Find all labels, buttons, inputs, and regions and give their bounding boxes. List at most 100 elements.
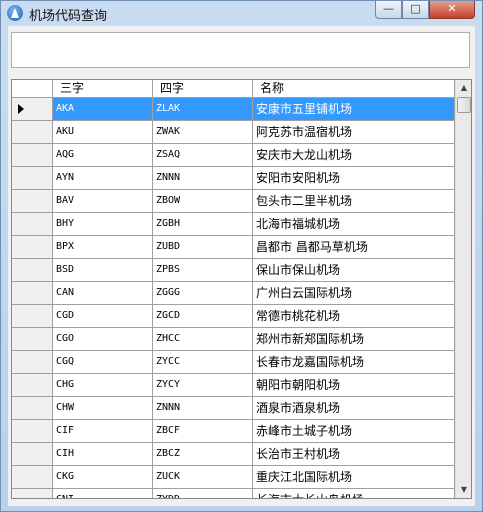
cell-iata[interactable]: CAN: [53, 282, 153, 305]
table-row[interactable]: AQG ZSAQ 安庆市大龙山机场: [12, 144, 455, 167]
cell-icao[interactable]: ZNNN: [153, 167, 253, 190]
cell-iata[interactable]: BSD: [53, 259, 153, 282]
cell-iata[interactable]: BPX: [53, 236, 153, 259]
cell-icao[interactable]: ZLAK: [153, 98, 253, 121]
cell-icao[interactable]: ZGGG: [153, 282, 253, 305]
cell-iata[interactable]: CGO: [53, 328, 153, 351]
cell-name[interactable]: 长春市龙嘉国际机场: [253, 351, 455, 374]
cell-name[interactable]: 重庆江北国际机场: [253, 466, 455, 489]
cell-name[interactable]: 郑州市新郑国际机场: [253, 328, 455, 351]
row-header[interactable]: [12, 121, 53, 144]
maximize-button[interactable]: □: [402, 1, 429, 19]
cell-name[interactable]: 长海市大长山岛机场: [253, 489, 455, 498]
row-header[interactable]: [12, 420, 53, 443]
cell-icao[interactable]: ZHCC: [153, 328, 253, 351]
table-row[interactable]: CGO ZHCC 郑州市新郑国际机场: [12, 328, 455, 351]
row-header[interactable]: [12, 144, 53, 167]
cell-icao[interactable]: ZBCF: [153, 420, 253, 443]
cell-name[interactable]: 赤峰市土城子机场: [253, 420, 455, 443]
vertical-scrollbar[interactable]: ▲ ▼: [455, 80, 471, 498]
cell-iata[interactable]: CHG: [53, 374, 153, 397]
cell-iata[interactable]: CGD: [53, 305, 153, 328]
cell-icao[interactable]: ZGCD: [153, 305, 253, 328]
row-header[interactable]: [12, 305, 53, 328]
table-row[interactable]: CIF ZBCF 赤峰市土城子机场: [12, 420, 455, 443]
cell-icao[interactable]: ZYCC: [153, 351, 253, 374]
cell-name[interactable]: 常德市桃花机场: [253, 305, 455, 328]
cell-name[interactable]: 包头市二里半机场: [253, 190, 455, 213]
cell-icao[interactable]: ZWAK: [153, 121, 253, 144]
search-input[interactable]: [11, 32, 470, 68]
close-button[interactable]: ✕: [429, 1, 475, 19]
table-row[interactable]: CKG ZUCK 重庆江北国际机场: [12, 466, 455, 489]
cell-iata[interactable]: BHY: [53, 213, 153, 236]
table-row[interactable]: BPX ZUBD 昌都市 昌都马草机场: [12, 236, 455, 259]
row-header[interactable]: [12, 466, 53, 489]
column-header-icao[interactable]: 四字: [153, 80, 253, 97]
scroll-down-icon[interactable]: ▼: [456, 482, 471, 498]
cell-name[interactable]: 酒泉市酒泉机场: [253, 397, 455, 420]
row-header[interactable]: [12, 236, 53, 259]
cell-icao[interactable]: ZSAQ: [153, 144, 253, 167]
cell-name[interactable]: 安阳市安阳机场: [253, 167, 455, 190]
cell-name[interactable]: 安康市五里铺机场: [253, 98, 455, 121]
column-header-name[interactable]: 名称: [253, 80, 455, 97]
column-header-iata[interactable]: 三字: [53, 80, 153, 97]
cell-icao[interactable]: ZBOW: [153, 190, 253, 213]
cell-iata[interactable]: CNI: [53, 489, 153, 498]
table-row[interactable]: CHG ZYCY 朝阳市朝阳机场: [12, 374, 455, 397]
title-bar[interactable]: 机场代码查询 — □ ✕: [1, 1, 482, 25]
row-header[interactable]: [12, 489, 53, 498]
row-header[interactable]: [12, 190, 53, 213]
cell-iata[interactable]: CIF: [53, 420, 153, 443]
row-header[interactable]: [12, 259, 53, 282]
table-row[interactable]: BSD ZPBS 保山市保山机场: [12, 259, 455, 282]
row-header[interactable]: [12, 213, 53, 236]
row-header[interactable]: [12, 397, 53, 420]
table-row[interactable]: BHY ZGBH 北海市福城机场: [12, 213, 455, 236]
scroll-thumb[interactable]: [457, 97, 471, 113]
table-row[interactable]: BAV ZBOW 包头市二里半机场: [12, 190, 455, 213]
cell-icao[interactable]: ZNNN: [153, 397, 253, 420]
cell-name[interactable]: 广州白云国际机场: [253, 282, 455, 305]
cell-icao[interactable]: ZUBD: [153, 236, 253, 259]
row-header[interactable]: [12, 328, 53, 351]
table-row[interactable]: CAN ZGGG 广州白云国际机场: [12, 282, 455, 305]
row-header[interactable]: [12, 167, 53, 190]
cell-icao[interactable]: ZUCK: [153, 466, 253, 489]
cell-iata[interactable]: AKA: [53, 98, 153, 121]
cell-name[interactable]: 长治市王村机场: [253, 443, 455, 466]
cell-icao[interactable]: ZYDD: [153, 489, 253, 498]
cell-name[interactable]: 安庆市大龙山机场: [253, 144, 455, 167]
table-row[interactable]: CIH ZBCZ 长治市王村机场: [12, 443, 455, 466]
cell-iata[interactable]: BAV: [53, 190, 153, 213]
cell-name[interactable]: 保山市保山机场: [253, 259, 455, 282]
row-header[interactable]: [12, 443, 53, 466]
table-row[interactable]: CGD ZGCD 常德市桃花机场: [12, 305, 455, 328]
cell-icao[interactable]: ZPBS: [153, 259, 253, 282]
minimize-button[interactable]: —: [375, 1, 402, 19]
row-header[interactable]: [12, 282, 53, 305]
cell-icao[interactable]: ZYCY: [153, 374, 253, 397]
row-header[interactable]: [12, 98, 53, 121]
cell-iata[interactable]: CHW: [53, 397, 153, 420]
table-row[interactable]: AKU ZWAK 阿克苏市温宿机场: [12, 121, 455, 144]
airport-grid[interactable]: 三字 四字 名称 AKA ZLAK 安康市五里铺机场 AKU ZWAK 阿克苏市温宿机场 A…: [11, 79, 472, 499]
row-header[interactable]: [12, 374, 53, 397]
table-row[interactable]: AKA ZLAK 安康市五里铺机场: [12, 98, 455, 121]
cell-iata[interactable]: CGQ: [53, 351, 153, 374]
cell-icao[interactable]: ZGBH: [153, 213, 253, 236]
table-row[interactable]: CHW ZNNN 酒泉市酒泉机场: [12, 397, 455, 420]
scroll-up-icon[interactable]: ▲: [456, 80, 471, 96]
cell-iata[interactable]: CIH: [53, 443, 153, 466]
cell-name[interactable]: 昌都市 昌都马草机场: [253, 236, 455, 259]
cell-iata[interactable]: AQG: [53, 144, 153, 167]
cell-name[interactable]: 朝阳市朝阳机场: [253, 374, 455, 397]
cell-iata[interactable]: CKG: [53, 466, 153, 489]
cell-name[interactable]: 北海市福城机场: [253, 213, 455, 236]
table-row[interactable]: CGQ ZYCC 长春市龙嘉国际机场: [12, 351, 455, 374]
cell-iata[interactable]: AYN: [53, 167, 153, 190]
cell-iata[interactable]: AKU: [53, 121, 153, 144]
cell-icao[interactable]: ZBCZ: [153, 443, 253, 466]
table-row[interactable]: AYN ZNNN 安阳市安阳机场: [12, 167, 455, 190]
